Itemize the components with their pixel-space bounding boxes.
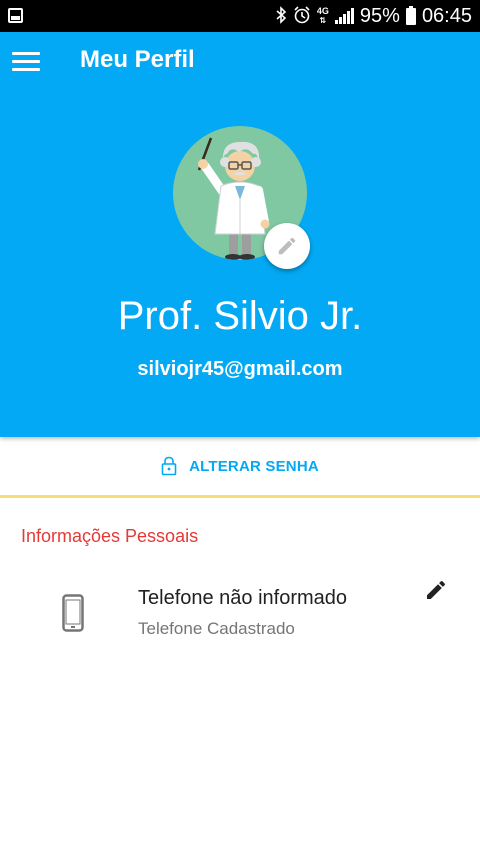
- hamburger-line: [12, 52, 40, 55]
- lock-icon: [161, 456, 177, 476]
- battery-percent: 95%: [359, 4, 400, 27]
- edit-phone-button[interactable]: [424, 578, 450, 604]
- section-divider: [0, 495, 480, 498]
- phone-caption: Telefone Cadastrado: [138, 619, 295, 638]
- page-title: Meu Perfil: [80, 46, 195, 73]
- change-password-button[interactable]: ALTERAR SENHA: [0, 437, 480, 495]
- change-password-label: ALTERAR SENHA: [189, 457, 319, 475]
- signal-icon: [334, 8, 354, 24]
- smartphone-icon: [62, 594, 84, 637]
- profile-header: Meu Perfil Prof. Silvio Jr. silviojr45@g…: [0, 32, 480, 437]
- network-type: 4G: [316, 6, 329, 16]
- hamburger-line: [12, 68, 40, 71]
- battery-icon: [405, 5, 416, 25]
- alarm-icon: [293, 5, 311, 27]
- pencil-icon: [427, 580, 446, 599]
- screenshot-icon: [8, 8, 23, 23]
- hamburger-line: [12, 60, 40, 63]
- phone-value: Telefone não informado: [138, 587, 348, 609]
- pencil-icon: [278, 237, 296, 255]
- status-icons: 4G ⇅ 95% 06:45: [275, 0, 472, 32]
- profile-email: silviojr45@gmail.com: [137, 358, 343, 380]
- edit-photo-button[interactable]: [264, 223, 310, 269]
- profile-name: Prof. Silvio Jr.: [117, 294, 363, 338]
- menu-button[interactable]: [12, 50, 42, 74]
- bluetooth-icon: [275, 5, 287, 27]
- network-4g-icon: 4G ⇅: [316, 6, 329, 26]
- personal-info-title: Informações Pessoais: [21, 526, 199, 546]
- status-bar: 4G ⇅ 95% 06:45: [0, 0, 480, 32]
- clock: 06:45: [421, 4, 472, 27]
